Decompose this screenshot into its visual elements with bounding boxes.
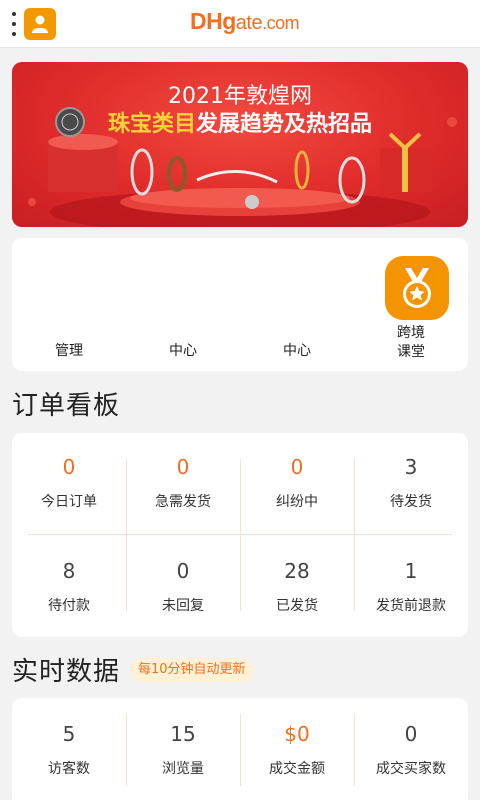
- tool-management[interactable]: 管理: [12, 238, 126, 371]
- stat-value: 0: [176, 455, 190, 479]
- top-bar: DHg ate .com: [0, 0, 480, 48]
- divider: [28, 534, 452, 535]
- stat-value: 1: [404, 559, 418, 583]
- tool-label: 跨境 课堂: [397, 325, 425, 360]
- tools-card: 管理 中心 中心 跨境 课堂: [12, 238, 468, 371]
- stat-visitors[interactable]: 5 访客数: [12, 722, 126, 778]
- tool-cross-border-class[interactable]: 跨境 课堂: [354, 238, 468, 371]
- stat-today-orders[interactable]: 0 今日订单: [12, 455, 126, 511]
- stat-label: 成交金额: [269, 761, 325, 777]
- tool-center-1[interactable]: 中心: [126, 238, 240, 371]
- stat-label: 浏览量: [162, 761, 204, 777]
- stat-value: 3: [404, 455, 418, 479]
- user-icon[interactable]: [24, 8, 56, 40]
- logo-dh: DHg: [190, 8, 236, 34]
- stat-value: 28: [284, 559, 310, 583]
- tool-label: 管理: [55, 343, 83, 359]
- stat-label: 待发货: [390, 494, 432, 510]
- auto-update-badge: 每10分钟自动更新: [130, 658, 254, 682]
- stat-value: 15: [170, 722, 196, 746]
- stat-awaiting-payment[interactable]: 8 待付款: [12, 559, 126, 615]
- stat-disputes[interactable]: 0 纠纷中: [240, 455, 354, 511]
- stat-value: 0: [176, 559, 190, 583]
- stat-refund-before-shipping[interactable]: 1 发货前退款: [354, 559, 468, 615]
- stat-label: 急需发货: [155, 494, 211, 510]
- stat-value: 0: [62, 455, 76, 479]
- realtime-board: 5 访客数 15 浏览量 $0 成交金额 0 成交买家数: [12, 698, 468, 800]
- more-menu-icon[interactable]: [10, 12, 18, 36]
- stat-label: 成交买家数: [376, 761, 446, 777]
- dhgate-logo[interactable]: DHg ate .com: [190, 8, 300, 38]
- stat-value: 0: [290, 455, 304, 479]
- stat-to-ship[interactable]: 3 待发货: [354, 455, 468, 511]
- stat-value: $0: [284, 722, 310, 746]
- stat-urgent-shipping[interactable]: 0 急需发货: [126, 455, 240, 511]
- banner-subheadline-rest: 发展趋势及热招品: [196, 112, 373, 137]
- stat-label: 今日订单: [41, 494, 97, 510]
- stat-page-views[interactable]: 15 浏览量: [126, 722, 240, 778]
- tool-label: 中心: [283, 343, 311, 359]
- orders-title: 订单看板: [12, 391, 121, 421]
- orders-board: 0 今日订单 0 急需发货 0 纠纷中 3 待发货 8 待付款 0 未回复 28…: [12, 433, 468, 637]
- stat-value: 5: [62, 722, 76, 746]
- tool-label: 中心: [169, 343, 197, 359]
- stat-value: 0: [404, 722, 418, 746]
- stat-label: 访客数: [48, 761, 90, 777]
- logo-com: .com: [262, 13, 300, 33]
- stat-sales-amount[interactable]: $0 成交金额: [240, 722, 354, 778]
- realtime-title: 实时数据: [12, 657, 121, 687]
- stat-label: 已发货: [276, 598, 318, 614]
- banner-subheadline: 珠宝类目发展趋势及热招品: [12, 106, 468, 138]
- stat-buyers[interactable]: 0 成交买家数: [354, 722, 468, 778]
- logo-ate: ate: [235, 12, 263, 34]
- stat-shipped[interactable]: 28 已发货: [240, 559, 354, 615]
- stat-value: 8: [62, 559, 76, 583]
- promo-banner[interactable]: 2021年敦煌网 珠宝类目发展趋势及热招品: [12, 62, 468, 227]
- stat-unreplied[interactable]: 0 未回复: [126, 559, 240, 615]
- stat-label: 未回复: [162, 598, 204, 614]
- stat-label: 待付款: [48, 598, 90, 614]
- stat-label: 发货前退款: [376, 598, 446, 614]
- stat-label: 纠纷中: [276, 494, 318, 510]
- medal-icon: [385, 256, 449, 320]
- banner-highlight: 珠宝类目: [107, 112, 196, 137]
- tool-center-2[interactable]: 中心: [240, 238, 354, 371]
